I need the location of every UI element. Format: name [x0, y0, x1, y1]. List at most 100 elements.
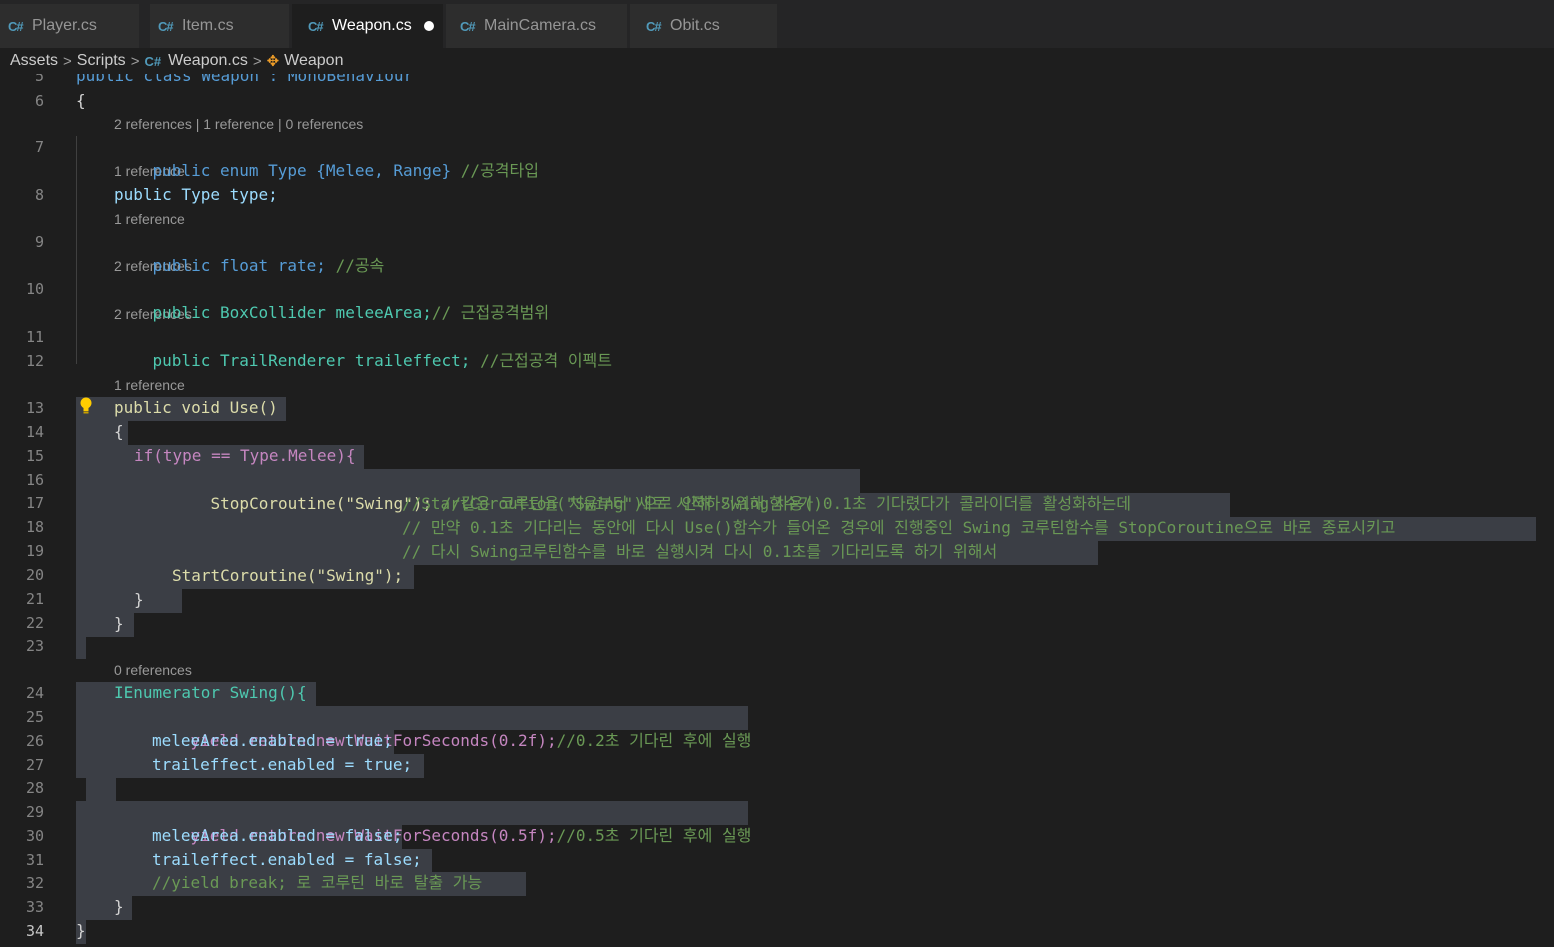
- code-text: public float rate;: [152, 256, 326, 275]
- code-line-10: public BoxCollider meleeArea;// 근접공격범위: [114, 277, 550, 322]
- code-line-33: }: [114, 897, 124, 916]
- line-number: 33: [25, 898, 44, 916]
- line-number: 19: [25, 542, 44, 560]
- code-comment: //근접공격 이펙트: [480, 351, 613, 370]
- code-line-17: //StartCoroution("Swing")으로 인해 Swing함수가 …: [402, 494, 1131, 513]
- code-comment: //공격타입: [460, 161, 539, 180]
- line-number: 27: [25, 756, 44, 774]
- code-line-6: {: [76, 91, 86, 110]
- tab-label: Player.cs: [32, 17, 97, 34]
- code-line-32: //yield break; 로 코루틴 바로 탈출 가능: [152, 873, 483, 892]
- selection-highlight: [76, 589, 182, 613]
- line-number: 20: [25, 566, 44, 584]
- line-number: 31: [25, 851, 44, 869]
- tab-label: Item.cs: [182, 17, 234, 34]
- csharp-file-icon: C#: [8, 18, 24, 34]
- code-line-11: public TrailRenderer traileffect; //근접공격…: [114, 325, 612, 370]
- code-line-16: StopCoroutine("Swing"); //같은 코루틴을 처음부터 새…: [172, 468, 823, 513]
- code-text: public enum Type {Melee, Range}: [152, 161, 452, 180]
- line-number: 16: [25, 471, 44, 489]
- line-number: 32: [25, 874, 44, 892]
- code-line-29: yield return new WaitForSeconds(0.5f);//…: [152, 800, 752, 845]
- line-number: 11: [25, 328, 44, 346]
- line-number: 12: [25, 352, 44, 370]
- csharp-file-icon: C#: [144, 53, 162, 69]
- line-number: 13: [25, 399, 44, 417]
- tab-obit-cs[interactable]: C# Obit.cs: [630, 4, 778, 48]
- line-number: 25: [25, 708, 44, 726]
- line-number-current: 34: [25, 922, 44, 940]
- line-number: 9: [34, 233, 44, 251]
- code-line-25: yield return new WaitForSeconds(0.2f);//…: [152, 705, 752, 750]
- line-number: 22: [25, 614, 44, 632]
- csharp-file-icon: C#: [646, 18, 662, 34]
- tab-item-cs[interactable]: C# Item.cs: [150, 4, 290, 48]
- code-comment: //공속: [335, 256, 385, 275]
- code-comment: // 근접공격범위: [431, 303, 550, 322]
- breadcrumb-separator: >: [130, 52, 140, 70]
- line-number: 15: [25, 447, 44, 465]
- line-number: 7: [34, 138, 44, 156]
- code-line-27: traileffect.enabled = true;: [152, 755, 413, 774]
- selection-highlight: [76, 637, 86, 659]
- selection-highlight: [76, 613, 134, 637]
- csharp-file-icon: C#: [460, 18, 476, 34]
- tab-weapon-cs[interactable]: C# Weapon.cs: [292, 4, 444, 48]
- codelens-references[interactable]: 2 references | 1 reference | 0 reference…: [114, 116, 363, 132]
- code-line-7: public enum Type {Melee, Range} //공격타입: [114, 135, 539, 180]
- breadcrumb-item-file[interactable]: Weapon.cs: [168, 52, 248, 70]
- codelens-references[interactable]: 1 reference: [114, 211, 185, 227]
- code-comment: //0.5초 기다린 후에 실행: [556, 826, 752, 845]
- line-number: 28: [25, 779, 44, 797]
- indent-guide: [76, 136, 77, 364]
- lightbulb-icon[interactable]: [79, 397, 93, 415]
- line-number: 23: [25, 637, 44, 655]
- line-number: 26: [25, 732, 44, 750]
- code-line-8: public Type type;: [114, 185, 278, 204]
- line-number: 24: [25, 684, 44, 702]
- line-number: 29: [25, 803, 44, 821]
- code-text: public TrailRenderer traileffect;: [152, 351, 471, 370]
- code-line-18: // 만약 0.1초 기다리는 동안에 다시 Use()함수가 들어온 경우에 …: [402, 518, 1396, 537]
- code-text: public BoxCollider meleeArea;: [152, 303, 432, 322]
- line-number: 18: [25, 518, 44, 536]
- selection-highlight: [86, 778, 116, 802]
- code-line-26: meleeArea.enabled = true;: [152, 731, 393, 750]
- tab-label: Weapon.cs: [332, 17, 412, 34]
- line-number: 30: [25, 827, 44, 845]
- code-line-20: StartCoroutine("Swing");: [172, 566, 404, 585]
- codelens-references[interactable]: 0 references: [114, 662, 192, 678]
- code-line-14: {: [114, 422, 124, 441]
- breadcrumb-item-class[interactable]: Weapon: [284, 52, 343, 70]
- breadcrumb-separator: >: [252, 52, 262, 70]
- code-line-30: meleeArea.enabled = false;: [152, 826, 403, 845]
- breadcrumb-separator: >: [63, 52, 72, 70]
- breadcrumb-item-assets[interactable]: Assets: [10, 52, 58, 70]
- code-line-5: public class Weapon : MonoBehaviour: [76, 74, 414, 85]
- editor-tab-bar: C# Player.cs C# Item.cs C# Weapon.cs C# …: [0, 0, 1554, 48]
- code-editor[interactable]: 5 6 7 8 9 10 11 12 13 14 15 16 17 18 19 …: [0, 74, 1554, 947]
- breadcrumb-item-scripts[interactable]: Scripts: [77, 52, 126, 70]
- csharp-file-icon: C#: [308, 18, 324, 34]
- code-comment: //0.2초 기다린 후에 실행: [556, 731, 752, 750]
- line-number: 21: [25, 590, 44, 608]
- line-number: 10: [25, 280, 44, 298]
- code-line-34: }: [76, 921, 86, 940]
- unsaved-dot-icon[interactable]: [423, 21, 434, 31]
- code-line-22: }: [114, 614, 124, 633]
- breadcrumb: Assets > Scripts > C# Weapon.cs > ✥ Weap…: [0, 48, 1554, 74]
- tab-maincamera-cs[interactable]: C# MainCamera.cs: [446, 4, 628, 48]
- line-number: 6: [34, 92, 44, 110]
- code-line-24: IEnumerator Swing(){: [114, 683, 307, 702]
- code-line-15: if(type == Type.Melee){: [134, 446, 356, 465]
- code-line-19: // 다시 Swing코루틴함수를 바로 실행시켜 다시 0.1초를 기다리도록…: [402, 542, 998, 561]
- code-line-13: public void Use(): [114, 398, 278, 417]
- tab-label: MainCamera.cs: [484, 17, 597, 34]
- code-line-21: }: [134, 590, 144, 609]
- class-symbol-icon: ✥: [266, 53, 280, 70]
- line-number: 17: [25, 494, 44, 512]
- tab-player-cs[interactable]: C# Player.cs: [0, 4, 140, 48]
- csharp-file-icon: C#: [158, 18, 174, 34]
- code-text: StopCoroutine("Swing");: [210, 494, 433, 513]
- code-line-31: traileffect.enabled = false;: [152, 850, 422, 869]
